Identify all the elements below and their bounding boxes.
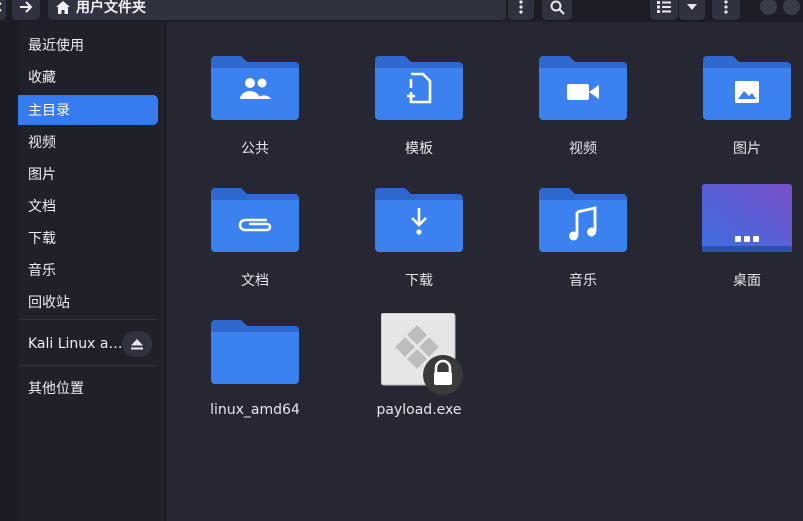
search-icon bbox=[550, 0, 565, 15]
folder-icon bbox=[375, 188, 463, 252]
file-item[interactable]: payload.exe bbox=[359, 304, 479, 424]
file-item[interactable]: 模板 bbox=[359, 40, 479, 160]
sidebar-item-trash[interactable]: 回收站 bbox=[0, 287, 158, 317]
folder-icon bbox=[703, 56, 791, 120]
file-grid: 公共 模板 视频 图片 文档 下载 音乐 桌面 linux_amd64 payl… bbox=[167, 22, 803, 521]
sidebar-item-documents[interactable]: 文档 bbox=[0, 191, 158, 221]
file-label: 模板 bbox=[405, 141, 433, 157]
sidebar-item-label: 其他位置 bbox=[28, 381, 84, 397]
sidebar-item-recent[interactable]: 最近使用 bbox=[0, 30, 158, 60]
sidebar-item-videos[interactable]: 视频 bbox=[0, 127, 158, 157]
sidebar: 最近使用 收藏 主目录 视频 图片 文档 下载 音乐 回收站 Kali Linu… bbox=[0, 22, 166, 521]
file-label: 图片 bbox=[733, 141, 761, 157]
kebab-icon bbox=[519, 0, 523, 14]
sidebar-item-label: 文档 bbox=[28, 199, 56, 215]
main-menu-button[interactable] bbox=[712, 0, 740, 20]
eject-button[interactable] bbox=[122, 331, 152, 357]
file-label: 音乐 bbox=[569, 273, 597, 289]
folder-icon bbox=[211, 56, 299, 120]
file-manager-window: 用户文件夹 最近使用 收藏 主目录 视频 图片 文档 下载 音乐 回收站 Kal… bbox=[0, 0, 803, 521]
file-item[interactable]: 桌面 bbox=[687, 172, 803, 292]
kebab-icon bbox=[724, 0, 728, 14]
sidebar-item-music[interactable]: 音乐 bbox=[0, 255, 158, 285]
executable-icon bbox=[381, 313, 463, 395]
sidebar-separator bbox=[18, 365, 158, 366]
sidebar-item-label: 下载 bbox=[28, 231, 56, 247]
eject-icon bbox=[131, 338, 143, 349]
file-label: 文档 bbox=[241, 273, 269, 289]
sidebar-item-other-locations[interactable]: 其他位置 bbox=[0, 373, 158, 403]
file-label: payload.exe bbox=[376, 402, 462, 418]
file-label: 视频 bbox=[569, 141, 597, 157]
maximize-button[interactable] bbox=[783, 0, 800, 15]
path-menu-button[interactable] bbox=[508, 0, 534, 20]
sidebar-separator bbox=[18, 319, 158, 320]
sidebar-item-label: 主目录 bbox=[28, 103, 70, 119]
header-bar: 用户文件夹 bbox=[0, 0, 803, 22]
sidebar-item-pictures[interactable]: 图片 bbox=[0, 159, 158, 189]
sidebar-edge bbox=[0, 22, 18, 521]
sidebar-item-drive[interactable]: Kali Linux a… bbox=[0, 329, 158, 359]
file-label: 下载 bbox=[405, 273, 433, 289]
desktop-icon bbox=[702, 184, 792, 252]
path-title: 用户文件夹 bbox=[76, 0, 146, 16]
back-button[interactable] bbox=[0, 0, 6, 20]
sidebar-item-label: 音乐 bbox=[28, 263, 56, 279]
sidebar-item-label: 收藏 bbox=[28, 70, 56, 86]
file-item[interactable]: 视频 bbox=[523, 40, 643, 160]
file-item[interactable]: 图片 bbox=[687, 40, 803, 160]
folder-icon bbox=[211, 188, 299, 252]
sidebar-item-label: 图片 bbox=[28, 167, 56, 183]
sidebar-item-label: 回收站 bbox=[28, 295, 70, 311]
view-list-button[interactable] bbox=[650, 0, 678, 20]
sidebar-item-home[interactable]: 主目录 bbox=[0, 95, 158, 125]
chevron-down-icon bbox=[687, 4, 697, 10]
file-label: 公共 bbox=[241, 141, 269, 157]
folder-icon bbox=[211, 320, 299, 384]
forward-button[interactable] bbox=[12, 0, 40, 20]
search-button[interactable] bbox=[542, 0, 572, 20]
file-item[interactable]: linux_amd64 bbox=[195, 304, 315, 424]
file-item[interactable]: 下载 bbox=[359, 172, 479, 292]
dots-icon bbox=[735, 236, 759, 242]
view-options-button[interactable] bbox=[679, 0, 705, 20]
sidebar-item-label: Kali Linux a… bbox=[28, 336, 123, 352]
list-view-icon bbox=[657, 1, 671, 13]
file-label: 桌面 bbox=[733, 273, 761, 289]
back-arrow-icon bbox=[0, 2, 2, 12]
lock-icon bbox=[423, 355, 463, 395]
file-item[interactable]: 音乐 bbox=[523, 172, 643, 292]
forward-arrow-icon bbox=[20, 1, 33, 13]
file-item[interactable]: 公共 bbox=[195, 40, 315, 160]
home-icon bbox=[56, 0, 70, 14]
folder-icon bbox=[375, 56, 463, 120]
minimize-button[interactable] bbox=[760, 0, 777, 15]
sidebar-item-label: 视频 bbox=[28, 135, 56, 151]
file-item[interactable]: 文档 bbox=[195, 172, 315, 292]
sidebar-item-downloads[interactable]: 下载 bbox=[0, 223, 158, 253]
path-bar[interactable]: 用户文件夹 bbox=[48, 0, 506, 20]
sidebar-item-starred[interactable]: 收藏 bbox=[0, 62, 158, 92]
image-icon bbox=[735, 81, 759, 103]
sidebar-item-label: 最近使用 bbox=[28, 38, 84, 54]
folder-icon bbox=[539, 56, 627, 120]
folder-icon bbox=[539, 188, 627, 252]
file-label: linux_amd64 bbox=[210, 402, 300, 418]
